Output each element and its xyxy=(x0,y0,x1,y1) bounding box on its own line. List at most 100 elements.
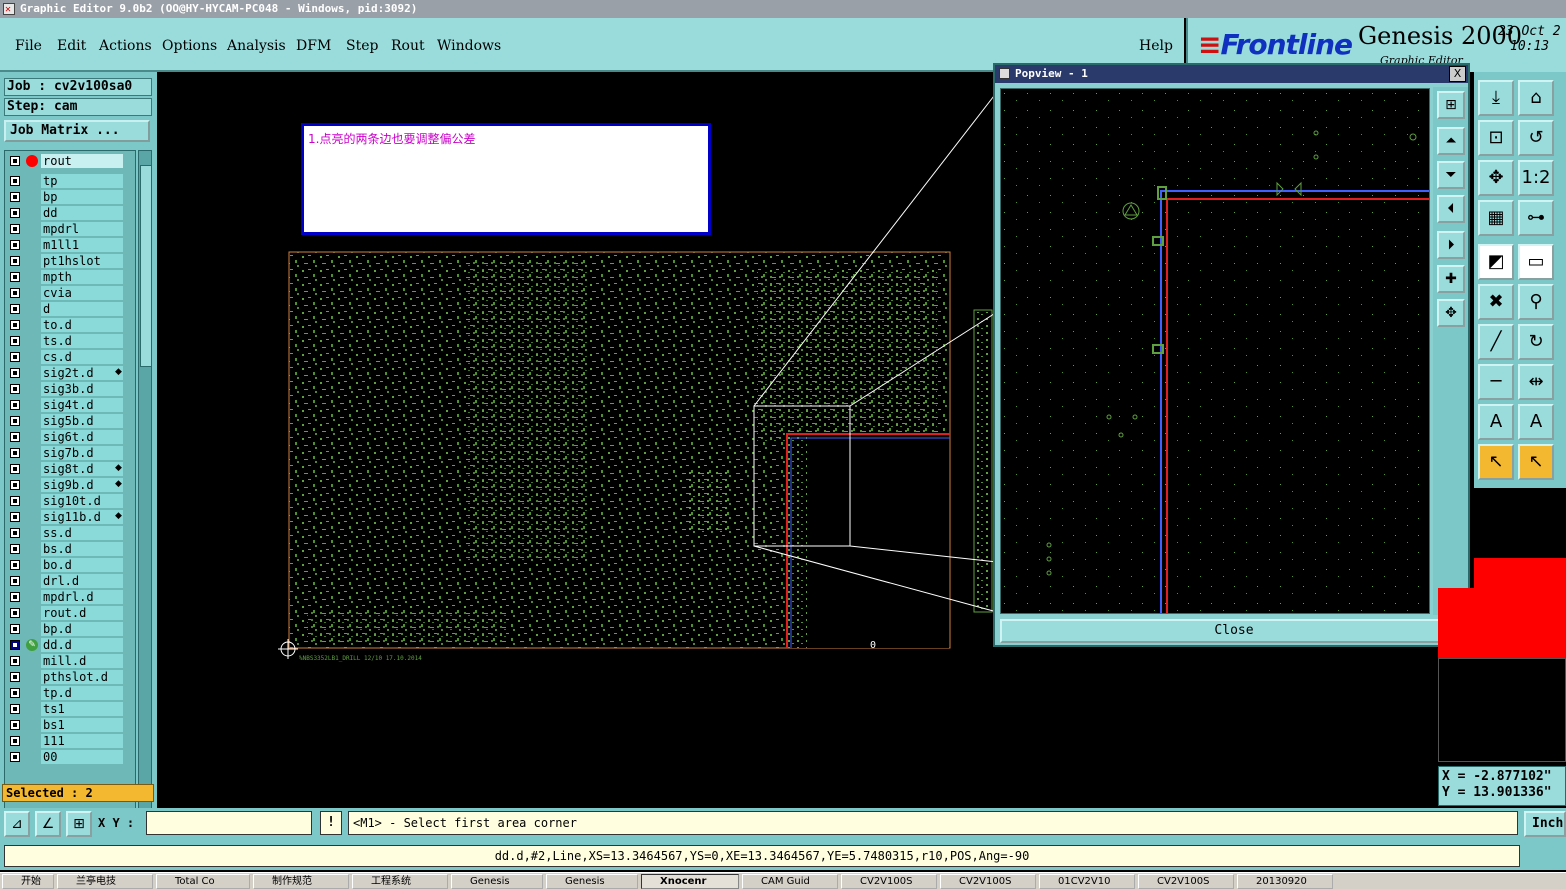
taskbar-item[interactable]: Total Co xyxy=(156,874,250,889)
menu-analysis[interactable]: Analysis xyxy=(227,38,286,54)
popview-pan-right-icon[interactable]: ⏵ xyxy=(1437,231,1465,259)
popview-pan-up-icon[interactable]: ⏶ xyxy=(1437,127,1465,155)
scrollbar-thumb[interactable] xyxy=(140,165,152,367)
taskbar-item[interactable]: CV2V100S xyxy=(1138,874,1234,889)
arc-tool-icon[interactable]: ↻ xyxy=(1518,324,1554,360)
menu-help[interactable]: Help xyxy=(1139,38,1173,54)
layer-row[interactable]: mpth xyxy=(5,269,135,285)
line-tool-icon[interactable]: ╱ xyxy=(1478,324,1514,360)
layer-checkbox[interactable] xyxy=(10,592,20,602)
layer-row[interactable]: d xyxy=(5,301,135,317)
layer-row[interactable]: bs1 xyxy=(5,717,135,733)
popview-title-bar[interactable]: Popview - 1 X xyxy=(995,65,1468,83)
popview-zoom-home-icon[interactable]: ⊞ xyxy=(1437,91,1465,119)
layer-checkbox[interactable] xyxy=(10,624,20,634)
zoom-fit-icon[interactable]: ✥ xyxy=(1478,160,1514,196)
taskbar-item[interactable]: CV2V100S xyxy=(940,874,1036,889)
menu-windows[interactable]: Windows xyxy=(437,38,501,54)
annotation-note[interactable]: 1.点亮的两条边也要调整偏公差 xyxy=(301,123,711,235)
layer-checkbox[interactable] xyxy=(10,336,20,346)
taskbar-item[interactable]: 兰亭电技 xyxy=(57,874,153,889)
xy-input[interactable] xyxy=(146,811,312,835)
layer-row[interactable]: sig9b.d ◆ xyxy=(5,477,135,493)
layer-row[interactable]: 111 xyxy=(5,733,135,749)
layer-checkbox[interactable] xyxy=(10,480,20,490)
layer-checkbox[interactable] xyxy=(10,224,20,234)
layer-row[interactable]: sig6t.d xyxy=(5,429,135,445)
step-down-icon[interactable]: ⤓ xyxy=(1478,80,1514,116)
taskbar-item[interactable]: CAM Guid xyxy=(742,874,838,889)
popview-close-icon[interactable]: X xyxy=(1449,66,1466,82)
layer-row[interactable]: sig7b.d xyxy=(5,445,135,461)
layer-row[interactable]: tp.d xyxy=(5,685,135,701)
layer-checkbox[interactable] xyxy=(10,752,20,762)
layer-checkbox[interactable] xyxy=(10,400,20,410)
taskbar-item[interactable]: Genesis xyxy=(451,874,543,889)
layer-checkbox[interactable] xyxy=(10,720,20,730)
layer-row[interactable]: sig11b.d ◆ xyxy=(5,509,135,525)
text-edit-icon[interactable]: A xyxy=(1518,404,1554,440)
select-pointer-icon[interactable]: ↖ xyxy=(1478,444,1514,480)
dimension-icon[interactable]: ⇹ xyxy=(1518,364,1554,400)
layer-checkbox[interactable] xyxy=(10,176,20,186)
layer-checkbox[interactable] xyxy=(10,688,20,698)
popview-close-button[interactable]: Close xyxy=(1000,619,1468,643)
text-tool-icon[interactable]: A xyxy=(1478,404,1514,440)
layer-row[interactable]: ss.d xyxy=(5,525,135,541)
popview-pan-left-icon[interactable]: ⏴ xyxy=(1437,195,1465,223)
popview-pan-down-icon[interactable]: ⏷ xyxy=(1437,161,1465,189)
popview-canvas[interactable] xyxy=(1000,88,1430,614)
layer-checkbox[interactable] xyxy=(10,368,20,378)
popview-zoom-out-icon[interactable]: ✥ xyxy=(1437,299,1465,327)
layer-checkbox[interactable] xyxy=(10,416,20,426)
layer-row[interactable]: sig8t.d ◆ xyxy=(5,461,135,477)
layer-row[interactable]: bp xyxy=(5,189,135,205)
popview-window[interactable]: Popview - 1 X ⊞ ⏶ ⏷ ⏴ ⏵ ✚ ✥ Close xyxy=(993,63,1470,647)
layer-row[interactable]: ts1 xyxy=(5,701,135,717)
layer-checkbox[interactable] xyxy=(10,512,20,522)
zoom-ratio-icon[interactable]: 1:2 xyxy=(1518,160,1554,196)
layer-row[interactable]: rout.d xyxy=(5,605,135,621)
layer-row[interactable]: mpdrl.d xyxy=(5,589,135,605)
layer-row[interactable]: mill.d xyxy=(5,653,135,669)
menu-edit[interactable]: Edit xyxy=(57,38,86,54)
snap-icon[interactable]: ⊶ xyxy=(1518,200,1554,236)
layer-row[interactable]: sig4t.d xyxy=(5,397,135,413)
start-button[interactable]: 开始 xyxy=(2,874,54,889)
layer-checkbox[interactable] xyxy=(10,496,20,506)
layer-row[interactable]: tp xyxy=(5,173,135,189)
layer-color-icon[interactable]: ◩ xyxy=(1478,244,1514,280)
taskbar-item[interactable]: 制作规范 xyxy=(253,874,349,889)
layer-checkbox[interactable] xyxy=(10,736,20,746)
zoom-window-icon[interactable]: ⊡ xyxy=(1478,120,1514,156)
menu-step[interactable]: Step xyxy=(346,38,378,54)
layer-checkbox[interactable] xyxy=(10,528,20,538)
layer-row[interactable]: to.d xyxy=(5,317,135,333)
layer-checkbox[interactable] xyxy=(10,544,20,554)
home-icon[interactable]: ⌂ xyxy=(1518,80,1554,116)
layer-row[interactable]: bs.d xyxy=(5,541,135,557)
menu-actions[interactable]: Actions xyxy=(99,38,152,54)
info-button[interactable]: ! xyxy=(320,811,342,835)
layer-checkbox[interactable] xyxy=(10,256,20,266)
overview-map[interactable] xyxy=(1438,658,1566,762)
layer-checkbox[interactable] xyxy=(10,288,20,298)
layer-checkbox[interactable] xyxy=(10,608,20,618)
grid-icon[interactable]: ▦ xyxy=(1478,200,1514,236)
layer-row[interactable]: pthslot.d xyxy=(5,669,135,685)
redraw-icon[interactable]: ↺ xyxy=(1518,120,1554,156)
layer-checkbox[interactable] xyxy=(10,272,20,282)
measure-icon[interactable]: ⊿ xyxy=(4,811,30,837)
cross-select-icon[interactable]: ✖ xyxy=(1478,284,1514,320)
layer-row[interactable]: cvia xyxy=(5,285,135,301)
layer-row[interactable]: dd xyxy=(5,205,135,221)
taskbar-item[interactable]: 20130920 xyxy=(1237,874,1333,889)
layer-row[interactable]: ts.d xyxy=(5,333,135,349)
menu-rout[interactable]: Rout xyxy=(391,38,425,54)
layer-checkbox[interactable] xyxy=(10,432,20,442)
layer-checkbox[interactable] xyxy=(10,156,20,166)
layer-row[interactable]: ✎ dd.d xyxy=(5,637,135,653)
ruler-icon[interactable]: ▭ xyxy=(1518,244,1554,280)
layer-checkbox[interactable] xyxy=(10,352,20,362)
layer-scrollbar[interactable] xyxy=(138,150,152,844)
